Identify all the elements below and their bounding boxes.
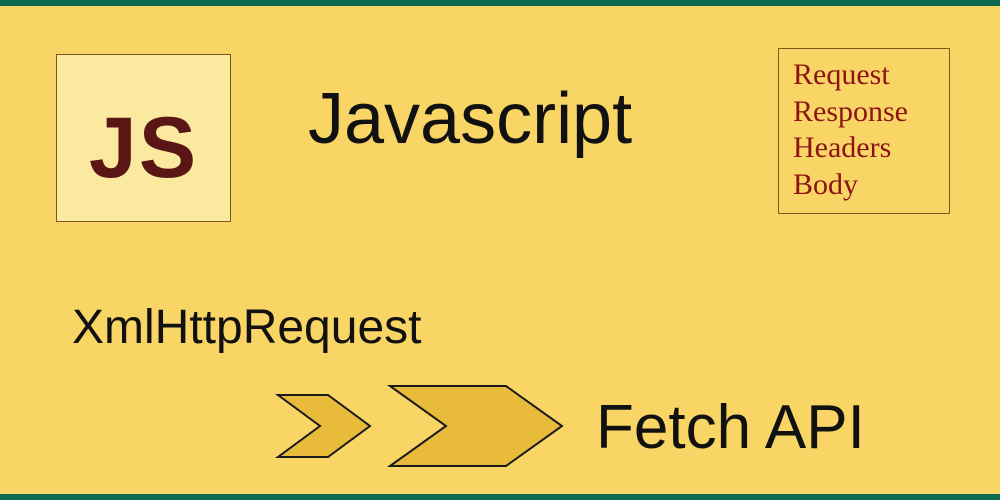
api-item: Body xyxy=(793,167,935,204)
accent-bar-top xyxy=(0,0,1000,6)
api-item: Headers xyxy=(793,130,935,167)
old-api-label: XmlHttpRequest xyxy=(72,300,421,355)
page-title: Javascript xyxy=(308,78,632,160)
accent-bar-bottom xyxy=(0,494,1000,500)
api-item: Response xyxy=(793,94,935,131)
chevron-right-icon xyxy=(386,382,566,470)
arrow-group xyxy=(274,382,566,470)
api-item: Request xyxy=(793,57,935,94)
new-api-label: Fetch API xyxy=(596,392,865,463)
chevron-right-icon xyxy=(274,391,374,461)
js-badge: JS xyxy=(56,54,231,222)
js-badge-label: JS xyxy=(89,105,198,191)
api-interfaces-box: Request Response Headers Body xyxy=(778,48,950,214)
